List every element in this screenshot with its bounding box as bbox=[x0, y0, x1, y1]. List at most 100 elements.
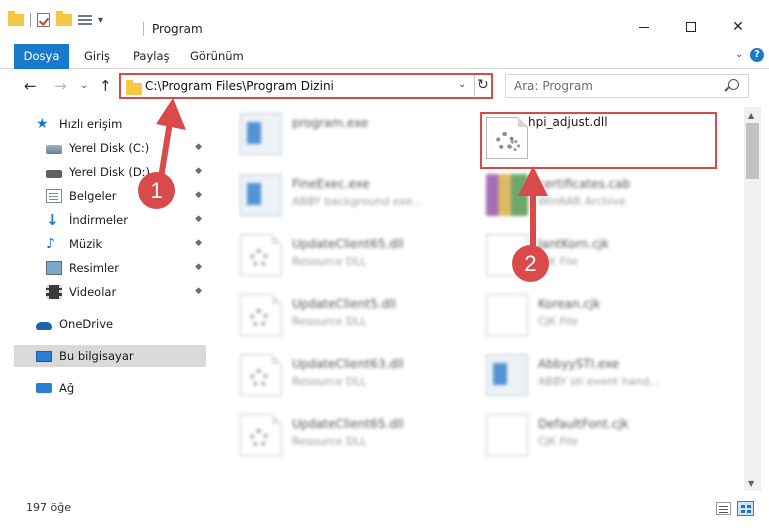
quick-access-toolbar: ▾ bbox=[8, 11, 103, 27]
forward-arrow-icon[interactable]: → bbox=[54, 77, 67, 95]
file-item[interactable]: FineExec.exe ABBY background exe... bbox=[222, 170, 462, 222]
pin-icon[interactable]: ◆ bbox=[195, 286, 202, 296]
file-item[interactable]: UpdateClient63.dll Resource DLL bbox=[222, 350, 462, 402]
file-item[interactable]: JantKorn.cjk CJK File bbox=[468, 230, 708, 282]
file-type: ABBY sti event hand... bbox=[538, 375, 660, 388]
file-type: CJK File bbox=[538, 315, 579, 328]
exe-icon bbox=[486, 354, 528, 396]
sidebar-item-music[interactable]: ♪ Müzik ◆ bbox=[46, 233, 206, 255]
file-type: Resource DLL bbox=[292, 255, 367, 268]
recent-locations-chevron-icon[interactable]: ⌄ bbox=[80, 80, 88, 91]
pin-icon[interactable]: ◆ bbox=[195, 238, 202, 248]
scroll-up-icon[interactable]: ▲ bbox=[748, 111, 754, 120]
sidebar-item-videos[interactable]: Videolar ◆ bbox=[46, 281, 206, 303]
minimize-icon bbox=[639, 26, 649, 28]
documents-icon bbox=[46, 189, 62, 203]
file-item[interactable]: DefaultFont.cjk CJK File bbox=[468, 410, 708, 462]
help-icon[interactable]: ? bbox=[750, 48, 764, 62]
address-history-chevron-icon[interactable]: ⌄ bbox=[458, 79, 466, 90]
sidebar-item-label: Ağ bbox=[59, 381, 75, 395]
file-name: AbbyySTI.exe bbox=[538, 357, 620, 371]
up-arrow-icon[interactable]: ↑ bbox=[99, 77, 112, 95]
step-marker-2: 2 bbox=[512, 245, 549, 282]
videos-icon bbox=[46, 285, 62, 299]
exe-icon bbox=[240, 174, 282, 216]
status-bar: 197 öğe bbox=[0, 497, 769, 519]
sidebar-item-network[interactable]: Ağ bbox=[36, 377, 206, 399]
music-icon: ♪ bbox=[46, 236, 55, 252]
file-item[interactable]: Korean.cjk CJK File bbox=[468, 290, 708, 342]
back-arrow-icon[interactable]: ← bbox=[24, 77, 37, 95]
file-item[interactable]: UpdateClient5.dll Resource DLL bbox=[222, 290, 462, 342]
drive-icon bbox=[46, 170, 62, 178]
sidebar-item-label: OneDrive bbox=[59, 317, 114, 331]
folder-icon[interactable] bbox=[8, 11, 24, 26]
cloud-icon bbox=[36, 322, 52, 330]
minimize-button[interactable] bbox=[621, 16, 667, 38]
sidebar-item-pictures[interactable]: Resimler ◆ bbox=[46, 257, 206, 279]
list-properties-icon[interactable] bbox=[78, 14, 92, 26]
pin-icon[interactable]: ◆ bbox=[195, 262, 202, 272]
file-item[interactable]: certificates.cab WinRAR Archive bbox=[468, 170, 708, 222]
sidebar-item-label: Resimler bbox=[69, 261, 119, 275]
sidebar-item-this-pc[interactable]: Bu bilgisayar bbox=[14, 345, 206, 367]
navigation-bar: ← → ⌄ ↑ C:\Program Files\Program Dizini … bbox=[0, 70, 769, 103]
sidebar-item-onedrive[interactable]: OneDrive bbox=[36, 313, 206, 335]
vertical-scrollbar[interactable]: ▲ ▼ bbox=[744, 107, 761, 491]
large-icons-view-icon[interactable] bbox=[737, 501, 754, 516]
title-divider bbox=[143, 22, 144, 36]
tab-view[interactable]: Görünüm bbox=[190, 44, 244, 69]
file-name: Korean.cjk bbox=[538, 297, 601, 311]
ribbon-tabs: Dosya Giriş Paylaş Görünüm ⌄ ? bbox=[0, 44, 769, 69]
file-type: CJK File bbox=[538, 435, 579, 448]
sidebar-item-label: Videolar bbox=[69, 285, 117, 299]
window-title: Program bbox=[152, 22, 203, 36]
file-item[interactable]: UpdateClient65.dll Resource DLL bbox=[222, 230, 462, 282]
pictures-icon bbox=[46, 261, 62, 275]
network-icon bbox=[36, 383, 52, 393]
file-name: UpdateClient65.dll bbox=[292, 417, 404, 431]
sidebar-item-label: İndirmeler bbox=[69, 213, 128, 227]
exe-icon bbox=[240, 113, 282, 155]
file-item[interactable]: UpdateClient65.dll Resource DLL bbox=[222, 410, 462, 462]
computer-icon bbox=[36, 350, 52, 362]
file-item[interactable]: program.exe bbox=[222, 109, 462, 161]
sidebar-item-label: Hızlı erişim bbox=[59, 117, 123, 131]
maximize-icon bbox=[686, 22, 696, 32]
expand-ribbon-chevron-icon[interactable]: ⌄ bbox=[735, 49, 743, 60]
drive-icon bbox=[46, 145, 62, 154]
properties-check-icon[interactable] bbox=[37, 13, 50, 27]
address-path[interactable]: C:\Program Files\Program Dizini bbox=[145, 79, 334, 93]
file-type: Resource DLL bbox=[292, 375, 367, 388]
tab-home[interactable]: Giriş bbox=[84, 44, 110, 69]
tab-file[interactable]: Dosya bbox=[14, 44, 69, 69]
dll-gear-icon bbox=[240, 414, 282, 456]
sidebar-item-label: Belgeler bbox=[69, 189, 117, 203]
file-type: Resource DLL bbox=[292, 435, 367, 448]
tab-share[interactable]: Paylaş bbox=[133, 44, 170, 69]
search-input[interactable]: Ara: Program bbox=[514, 79, 593, 93]
close-button[interactable]: ✕ bbox=[715, 16, 761, 38]
refresh-icon[interactable]: ↻ bbox=[477, 77, 489, 93]
file-item[interactable]: AbbyySTI.exe ABBY sti event hand... bbox=[468, 350, 708, 402]
search-icon[interactable] bbox=[728, 79, 739, 90]
dll-gear-icon bbox=[240, 294, 282, 336]
new-folder-icon[interactable] bbox=[56, 11, 72, 26]
sidebar-item-label: Müzik bbox=[69, 237, 103, 251]
file-icon bbox=[486, 294, 528, 336]
toolbar-divider bbox=[30, 13, 31, 27]
dll-gear-icon bbox=[240, 234, 282, 276]
downloads-icon: ↓ bbox=[46, 211, 59, 229]
details-view-icon[interactable] bbox=[716, 502, 731, 515]
sidebar-item-downloads[interactable]: ↓ İndirmeler ◆ bbox=[46, 209, 206, 231]
scroll-down-icon[interactable]: ▼ bbox=[748, 479, 754, 488]
scrollbar-thumb[interactable] bbox=[746, 123, 759, 179]
file-icon bbox=[486, 414, 528, 456]
search-box[interactable]: Ara: Program bbox=[505, 74, 749, 98]
pin-icon[interactable]: ◆ bbox=[195, 214, 202, 224]
maximize-button[interactable] bbox=[668, 16, 714, 38]
customize-toolbar-chevron-icon[interactable]: ▾ bbox=[98, 15, 103, 26]
file-type: ABBY background exe... bbox=[292, 195, 423, 208]
file-name: FineExec.exe bbox=[292, 177, 370, 191]
close-icon: ✕ bbox=[732, 19, 744, 35]
